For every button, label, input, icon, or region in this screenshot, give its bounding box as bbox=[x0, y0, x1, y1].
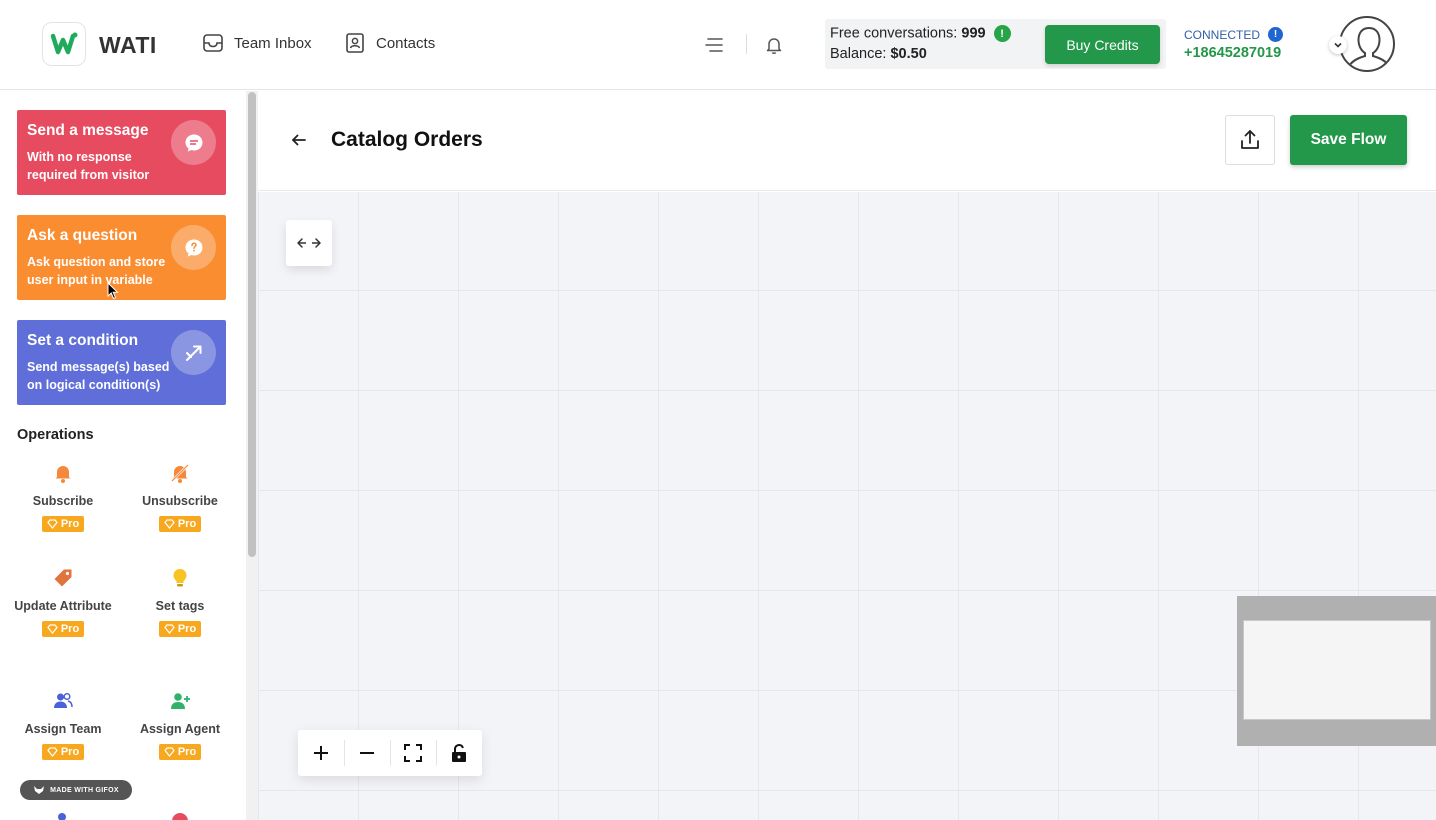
menu-icon[interactable] bbox=[703, 34, 725, 56]
user-avatar-icon bbox=[1347, 27, 1391, 69]
nav-team-inbox-label: Team Inbox bbox=[234, 34, 312, 52]
export-button[interactable] bbox=[1225, 115, 1275, 165]
sidebar-scroll-thumb[interactable] bbox=[248, 92, 256, 557]
pro-badge: Pro bbox=[41, 744, 85, 760]
connected-phone: +18645287019 bbox=[1184, 45, 1282, 61]
diamond-icon bbox=[164, 747, 175, 757]
message-icon bbox=[171, 120, 216, 165]
lock-button[interactable] bbox=[436, 730, 482, 776]
op-update-attribute[interactable]: Update Attribute Pro bbox=[13, 566, 113, 639]
op-set-tags[interactable]: Set tags Pro bbox=[130, 566, 230, 639]
ask-question-card[interactable]: Ask a question Ask question and store us… bbox=[17, 215, 226, 300]
avatar[interactable] bbox=[1339, 16, 1395, 72]
question-icon bbox=[171, 225, 216, 270]
minimap-viewport[interactable] bbox=[1243, 620, 1431, 720]
operations-heading: Operations bbox=[17, 427, 94, 443]
notification-bell-icon[interactable] bbox=[763, 34, 785, 56]
next-op-icon bbox=[172, 813, 188, 820]
free-conversations-count: 999 bbox=[961, 25, 986, 42]
set-condition-card[interactable]: Set a condition Send message(s) based on… bbox=[17, 320, 226, 405]
flow-canvas[interactable] bbox=[258, 192, 1436, 820]
lightbulb-icon bbox=[168, 566, 192, 590]
op-assign-team[interactable]: Assign Team Pro bbox=[13, 689, 113, 762]
nav-contacts-label: Contacts bbox=[376, 34, 436, 52]
fullscreen-icon bbox=[404, 744, 422, 762]
op-label: Unsubscribe bbox=[142, 494, 218, 508]
pro-badge: Pro bbox=[41, 516, 85, 532]
card-title: Send a message bbox=[27, 122, 149, 139]
diamond-icon bbox=[47, 747, 58, 757]
zoom-in-button[interactable] bbox=[298, 730, 344, 776]
team-icon bbox=[51, 689, 75, 713]
flow-toolbar: Catalog Orders Save Flow bbox=[258, 91, 1436, 191]
op-label: Update Attribute bbox=[14, 599, 112, 613]
add-user-icon bbox=[168, 689, 192, 713]
diamond-icon bbox=[164, 624, 175, 634]
bell-icon bbox=[51, 461, 75, 485]
page-title: Catalog Orders bbox=[331, 128, 483, 151]
save-flow-button[interactable]: Save Flow bbox=[1290, 115, 1407, 165]
nav-team-inbox[interactable]: Team Inbox bbox=[202, 32, 312, 54]
balance: Balance: $0.50 bbox=[830, 46, 927, 62]
header-divider bbox=[746, 34, 747, 54]
plus-icon bbox=[314, 746, 328, 760]
diamond-icon bbox=[47, 519, 58, 529]
connection-info-icon[interactable]: ! bbox=[1268, 27, 1284, 42]
pro-badge: Pro bbox=[158, 744, 202, 760]
condition-arrow-icon bbox=[171, 330, 216, 375]
op-assign-agent[interactable]: Assign Agent Pro bbox=[130, 689, 230, 762]
contacts-icon bbox=[346, 33, 364, 53]
upload-icon bbox=[1241, 130, 1259, 149]
card-title: Set a condition bbox=[27, 332, 139, 349]
credit-panel: Free conversations: 999 ! Balance: $0.50… bbox=[825, 19, 1166, 69]
connection-status-label: CONNECTED bbox=[1184, 27, 1261, 42]
minus-icon bbox=[360, 752, 374, 754]
buy-credits-button[interactable]: Buy Credits bbox=[1045, 25, 1160, 64]
inbox-icon bbox=[203, 34, 223, 52]
zoom-controls bbox=[298, 730, 482, 776]
diamond-icon bbox=[47, 624, 58, 634]
op-unsubscribe[interactable]: Unsubscribe Pro bbox=[130, 461, 230, 534]
unlock-icon bbox=[452, 744, 466, 762]
diamond-icon bbox=[164, 519, 175, 529]
op-label: Assign Agent bbox=[139, 722, 221, 736]
gifox-watermark: MADE WITH GIFOX bbox=[20, 780, 132, 800]
wati-logo[interactable] bbox=[42, 22, 86, 66]
chevron-down-icon[interactable] bbox=[1329, 36, 1347, 54]
node-sidebar: Send a message With no response required… bbox=[0, 91, 258, 820]
op-label: Assign Team bbox=[24, 722, 102, 736]
send-message-card[interactable]: Send a message With no response required… bbox=[17, 110, 226, 195]
pro-badge: Pro bbox=[158, 621, 202, 637]
op-label: Set tags bbox=[155, 599, 205, 613]
nav-contacts[interactable]: Contacts bbox=[344, 32, 435, 54]
card-subtitle: Ask question and store user input in var… bbox=[27, 255, 166, 287]
connection-status: CONNECTED ! bbox=[1184, 27, 1284, 42]
card-title: Ask a question bbox=[27, 227, 138, 244]
card-subtitle: Send message(s) based on logical conditi… bbox=[27, 360, 170, 392]
pro-badge: Pro bbox=[158, 516, 202, 532]
fit-view-button[interactable] bbox=[390, 730, 436, 776]
balance-value: $0.50 bbox=[890, 46, 927, 62]
op-label: Subscribe bbox=[32, 494, 94, 508]
tag-icon bbox=[51, 566, 75, 590]
back-arrow-icon[interactable] bbox=[290, 131, 308, 149]
pro-badge: Pro bbox=[41, 621, 85, 637]
mouse-cursor-icon bbox=[107, 282, 119, 300]
card-subtitle: With no response required from visitor bbox=[27, 150, 150, 182]
next-op-icon bbox=[58, 813, 66, 820]
app-name: WATI bbox=[99, 32, 157, 58]
info-icon[interactable]: ! bbox=[993, 25, 1011, 42]
zoom-out-button[interactable] bbox=[344, 730, 390, 776]
wati-logo-icon bbox=[50, 32, 78, 55]
bell-off-icon bbox=[168, 461, 192, 485]
top-header: WATI Team Inbox Contacts Free conversati… bbox=[0, 0, 1436, 90]
op-subscribe[interactable]: Subscribe Pro bbox=[13, 461, 113, 534]
expand-horizontal-button[interactable] bbox=[286, 220, 332, 266]
fox-icon bbox=[34, 786, 45, 794]
free-conversations: Free conversations: 999 ! bbox=[830, 25, 1011, 42]
minimap[interactable] bbox=[1237, 596, 1436, 746]
expand-arrows-icon bbox=[297, 238, 321, 248]
